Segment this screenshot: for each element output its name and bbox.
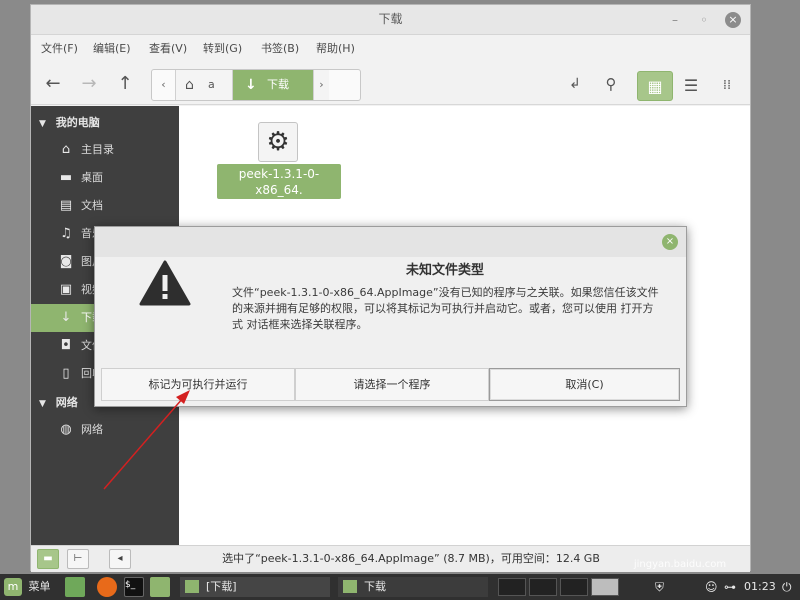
start-menu-label: 菜单	[28, 580, 51, 593]
file-name-label[interactable]: peek-1.3.1-0-x86_64. AppImage	[217, 164, 341, 213]
search-button[interactable]: ⚲	[597, 71, 625, 97]
dialog-heading: 未知文件类型	[405, 263, 484, 278]
sidebar-item-label: 文档	[81, 199, 103, 212]
menu-file[interactable]: 文件(F)	[41, 35, 78, 63]
compact-view-button[interactable]: ⁞⁞	[709, 71, 745, 101]
desktop-icon: ▬	[59, 170, 73, 185]
sidebar-item-home[interactable]: ⌂ 主目录	[31, 136, 179, 164]
taskbar-window-downloads-2[interactable]: 下载	[338, 577, 488, 597]
music-icon: ♫	[60, 226, 72, 241]
taskbar-window-label: [下载]	[206, 580, 237, 593]
menu-bookmarks[interactable]: 书签(B)	[261, 35, 299, 63]
trash-icon: ▯	[62, 366, 70, 381]
downloads-icon: ↓	[60, 310, 72, 325]
up-button[interactable]: ↑	[111, 71, 139, 97]
dialog-title-bar[interactable]: ×	[95, 227, 686, 257]
sidebar-section-network[interactable]: ▼ 网络	[39, 392, 78, 414]
sidebar-item-label: 桌面	[81, 171, 103, 184]
breadcrumb-downloads[interactable]: ↓ 下载	[233, 70, 313, 100]
toolbar: ← → ↑ ‹ ⌂ a ↓ 下载 › ↲ ⚲ ▦ ☰ ⁞⁞	[31, 63, 750, 105]
sidebar-section-computer[interactable]: ▼ 我的电脑	[39, 112, 100, 134]
warning-icon	[139, 260, 191, 306]
taskbar-window-label: 下载	[364, 580, 386, 593]
title-bar[interactable]: 下载 – ◦ ×	[31, 5, 750, 35]
path-scroll-left-button[interactable]: ‹	[152, 70, 176, 100]
maximize-button[interactable]: ◦	[696, 12, 712, 28]
folder-icon	[343, 580, 357, 593]
close-button[interactable]: ×	[725, 12, 741, 28]
sidebar-item-label: 网络	[81, 423, 103, 436]
path-scroll-right-button[interactable]: ›	[313, 70, 329, 100]
gear-icon[interactable]: ⚙	[258, 122, 298, 162]
documents-icon: ▤	[59, 198, 73, 213]
clock[interactable]: 01:23	[744, 577, 776, 597]
workspace-2[interactable]	[529, 578, 557, 596]
cancel-button[interactable]: 取消(C)	[489, 368, 680, 401]
home-icon: ⌂	[61, 142, 71, 157]
workspace-1[interactable]	[498, 578, 526, 596]
network-status-icon[interactable]: ⊶	[724, 577, 736, 597]
mint-logo-icon: m	[4, 578, 22, 596]
minimize-button[interactable]: –	[667, 12, 683, 28]
sidebar-item-documents[interactable]: ▤ 文档	[31, 192, 179, 220]
show-places-button[interactable]: ▬	[37, 549, 59, 569]
firefox-icon[interactable]	[97, 577, 117, 597]
sidebar-section-label: 网络	[55, 396, 78, 409]
breadcrumb-downloads-label: 下载	[267, 78, 289, 91]
hide-sidebar-button[interactable]: ◂	[109, 549, 131, 569]
videos-icon: ▣	[59, 282, 73, 297]
dialog-message: 文件“peek-1.3.1-0-x86_64.AppImage”没有已知的程序与…	[232, 286, 659, 331]
filesystem-icon: ◘	[60, 338, 72, 353]
unknown-file-type-dialog: × 未知文件类型 文件“peek-1.3.1-0-x86_64.AppImage…	[94, 226, 687, 407]
download-arrow-icon: ↓	[245, 77, 257, 93]
chevron-down-icon: ▼	[39, 399, 46, 409]
back-button[interactable]: ←	[39, 71, 67, 97]
mark-executable-button[interactable]: 标记为可执行并运行	[101, 368, 295, 401]
sidebar-item-network[interactable]: ◍ 网络	[31, 416, 179, 444]
menu-help[interactable]: 帮助(H)	[316, 35, 355, 63]
folder-icon	[185, 580, 199, 593]
menu-edit[interactable]: 编辑(E)	[93, 35, 131, 63]
watermark-url: jingyan.baidu.com	[633, 559, 727, 570]
taskbar: m 菜单 $_ [下载] 下载 ⛨ ☺ ⊶ 01:23 ⏻	[0, 574, 800, 600]
show-treeview-button[interactable]: ⊢	[67, 549, 89, 569]
network-icon: ◍	[60, 422, 72, 437]
menu-go[interactable]: 转到(G)	[203, 35, 242, 63]
menu-bar: 文件(F) 编辑(E) 查看(V) 转到(G) 书签(B) 帮助(H)	[31, 35, 750, 63]
power-icon[interactable]: ⏻	[782, 577, 792, 597]
choose-program-button[interactable]: 请选择一个程序	[295, 368, 489, 401]
taskbar-window-downloads-1[interactable]: [下载]	[180, 577, 330, 597]
home-icon: ⌂	[185, 77, 194, 93]
file-name-line1: peek-1.3.1-0-x86_64.	[238, 167, 320, 197]
icon-view-button[interactable]: ▦	[637, 71, 673, 101]
breadcrumb-home[interactable]: ⌂ a	[176, 70, 233, 100]
menu-view[interactable]: 查看(V)	[149, 35, 187, 63]
workspace-3[interactable]	[560, 578, 588, 596]
list-view-button[interactable]: ☰	[673, 71, 709, 101]
files-icon[interactable]	[150, 577, 170, 597]
user-icon[interactable]: ☺	[705, 577, 718, 597]
workspace-4[interactable]	[591, 578, 619, 596]
window-title: 下载	[378, 12, 403, 26]
shield-icon[interactable]: ⛨	[655, 577, 664, 597]
sidebar-item-desktop[interactable]: ▬ 桌面	[31, 164, 179, 192]
sidebar-item-label: 主目录	[81, 143, 114, 156]
file-name-line2: AppImage	[248, 199, 310, 213]
forward-button[interactable]: →	[75, 71, 103, 97]
chevron-down-icon: ▼	[39, 119, 46, 129]
status-text: 选中了“peek-1.3.1-0-x86_64.AppImage” (8.7 M…	[222, 552, 600, 565]
breadcrumb: ‹ ⌂ a ↓ 下载 ›	[151, 69, 361, 101]
terminal-icon[interactable]: $_	[124, 577, 144, 597]
dialog-close-button[interactable]: ×	[662, 234, 678, 250]
start-menu-button[interactable]: m 菜单	[4, 577, 51, 597]
pictures-icon: ◙	[59, 254, 73, 269]
show-desktop-icon[interactable]	[65, 577, 85, 597]
breadcrumb-home-label: a	[208, 78, 215, 91]
sidebar-section-label: 我的电脑	[55, 116, 100, 129]
toggle-location-button[interactable]: ↲	[561, 71, 589, 97]
